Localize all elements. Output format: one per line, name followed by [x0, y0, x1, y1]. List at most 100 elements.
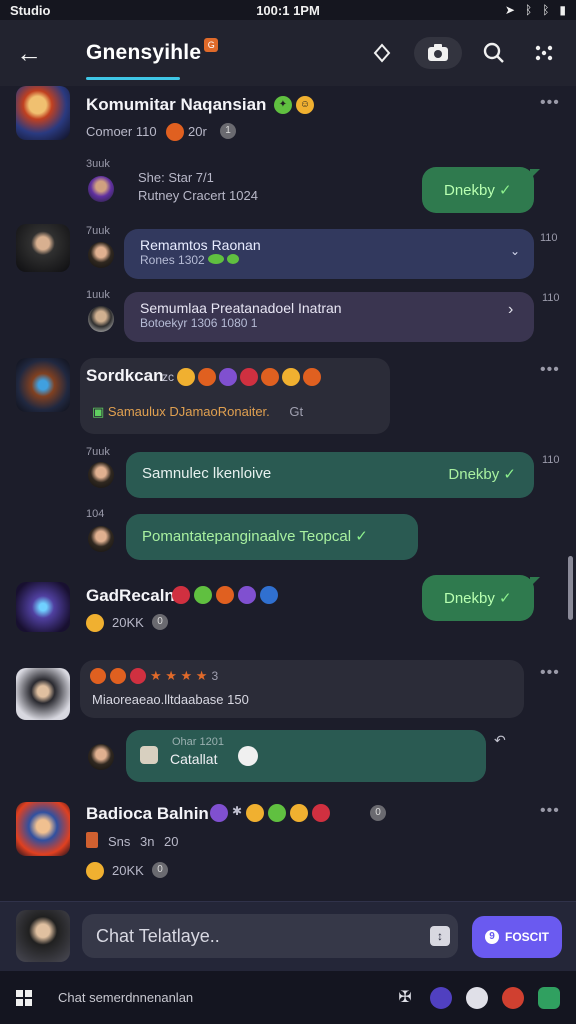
- app-icon[interactable]: [430, 986, 452, 1009]
- reaction-row: ✱: [210, 804, 331, 822]
- reply-meta: 7uuk: [86, 225, 110, 237]
- avatar[interactable]: [88, 306, 114, 332]
- emoji-icon: [303, 368, 321, 386]
- avatar[interactable]: [16, 802, 70, 856]
- message-bubble[interactable]: Remamtos Raonan Rones 1302: [124, 229, 534, 279]
- attach-icon[interactable]: ↕: [430, 926, 450, 946]
- message-text: Catallat: [170, 751, 218, 767]
- status-bar-time: 100:1 1PM: [256, 2, 320, 18]
- scrollbar[interactable]: [568, 556, 573, 620]
- group-name[interactable]: Komumitar Naqansian: [86, 95, 266, 115]
- sent-bubble[interactable]: Dnekby ✓: [422, 167, 534, 213]
- message-time: 110: [542, 454, 560, 466]
- sent-status: Dnekby: [444, 590, 495, 607]
- reply-arrow-icon[interactable]: ↶: [494, 732, 506, 749]
- group-count: 20KK: [112, 615, 144, 630]
- group-name[interactable]: GadRecaln: [86, 586, 175, 606]
- emoji-icon: [90, 668, 106, 684]
- game-icon[interactable]: [502, 986, 524, 1009]
- back-arrow-icon[interactable]: ←: [14, 38, 44, 68]
- header-title: Gnensyihle: [86, 41, 202, 64]
- group-sub: Sns: [108, 834, 131, 849]
- windows-icon[interactable]: [16, 989, 32, 1006]
- status-bar: Studio 100:1 1PM ➤ ᛒ ᛒ ▮: [0, 0, 576, 20]
- chevron-down-icon[interactable]: ⌄: [510, 244, 520, 258]
- group-count: 20r: [188, 124, 207, 139]
- tray-icons: ✠: [394, 986, 560, 1009]
- emoji-icon: [198, 368, 216, 386]
- emoji-icon: [240, 368, 258, 386]
- message-time: 110: [540, 232, 558, 244]
- message-time: 110: [542, 292, 560, 304]
- smile-emoji-icon: ☺: [296, 96, 314, 114]
- more-icon[interactable]: •••: [540, 664, 560, 682]
- card-glyph-icon: ▣: [92, 404, 105, 419]
- avatar[interactable]: [88, 242, 114, 268]
- avatar[interactable]: [16, 910, 70, 962]
- message-bubble[interactable]: Ohar 1201 Catallat: [126, 730, 486, 782]
- reply-meta: 104: [86, 508, 105, 520]
- sent-bubble[interactable]: Dnekby ✓: [422, 575, 534, 621]
- avatar[interactable]: [88, 176, 114, 202]
- reaction-row: ✦ ☺: [274, 96, 314, 114]
- avatar[interactable]: [88, 526, 114, 552]
- badge: 0: [152, 862, 168, 878]
- more-icon[interactable]: •••: [540, 361, 560, 379]
- chat-input[interactable]: [82, 914, 458, 958]
- reply-line2: Rutney Cracert 1024: [138, 188, 258, 203]
- taskbar-status: Chat semerdnnenanlan: [58, 990, 194, 1005]
- emoji-note: zc: [162, 370, 174, 384]
- avatar[interactable]: [88, 744, 114, 770]
- reply-meta: 3uuk: [86, 158, 110, 170]
- check-icon: ✓: [499, 182, 512, 199]
- message-bubble[interactable]: Samnulec lkenloive Dnekby ✓: [126, 452, 534, 498]
- avatar[interactable]: [16, 86, 70, 140]
- avatar[interactable]: [16, 358, 70, 412]
- group-card[interactable]: ★ ★ ★ ★ 3 Miaoreaeao.lltdaabase 150: [80, 660, 524, 718]
- emoji-icon: [172, 586, 190, 604]
- emoji-icon: [238, 586, 256, 604]
- send-button[interactable]: 9 FOSCIT: [472, 916, 562, 958]
- chevron-right-icon[interactable]: ›: [508, 301, 513, 319]
- emoji-icon: [261, 368, 279, 386]
- message-bubble[interactable]: Semumlaa Preatanadoel Inatran Botoekyr 1…: [124, 292, 534, 342]
- emoji-icon: [219, 368, 237, 386]
- star-icon: ✱: [232, 804, 243, 818]
- person-icon: [140, 746, 158, 764]
- location-pin-icon[interactable]: [364, 35, 400, 71]
- group-name[interactable]: Badioca Balnin: [86, 804, 209, 824]
- chat-list[interactable]: Komumitar Naqansian ✦ ☺ Comoer 110 20r 1…: [0, 86, 576, 901]
- more-icon[interactable]: •••: [540, 94, 560, 112]
- message-bubble[interactable]: Pomantatepanginaalve Teopcal ✓: [126, 514, 418, 560]
- badge: 0: [152, 614, 168, 630]
- emoji-icon: [210, 804, 228, 822]
- chat-app-icon[interactable]: [538, 986, 560, 1009]
- close-app-icon[interactable]: [466, 986, 488, 1009]
- avatar[interactable]: [88, 462, 114, 488]
- message-line1: Semumlaa Preatanadoel Inatran: [140, 300, 342, 316]
- group-card[interactable]: Sordkcan zc ▣ Samaulux DJamaoRonaiter. G…: [80, 358, 390, 434]
- stars: ★ ★ ★ ★: [150, 668, 208, 683]
- smile-emoji-icon: [86, 862, 104, 880]
- avatar[interactable]: [16, 582, 70, 632]
- more-icon[interactable]: •••: [540, 802, 560, 820]
- header-actions: [364, 35, 562, 71]
- title-badge: G: [204, 38, 219, 52]
- studio-icon[interactable]: ✠: [394, 987, 416, 1009]
- stars-note: 3: [211, 669, 219, 683]
- title-underline: [86, 77, 180, 80]
- bubble-tail: [530, 577, 540, 587]
- file-icon: [86, 832, 98, 848]
- badge: 0: [370, 805, 386, 821]
- green-emoji-icon: [208, 254, 225, 264]
- camera-icon[interactable]: [414, 37, 462, 69]
- emoji-icon: [246, 804, 265, 822]
- avatar[interactable]: [16, 668, 70, 720]
- avatar[interactable]: [16, 224, 70, 272]
- reply-meta: 1uuk: [86, 289, 110, 301]
- check-icon: ✓: [503, 466, 516, 483]
- emoji-icon: [268, 804, 287, 822]
- search-icon[interactable]: [476, 35, 512, 71]
- more-options-icon[interactable]: [526, 35, 562, 71]
- sent-status: Dnekby: [444, 182, 495, 199]
